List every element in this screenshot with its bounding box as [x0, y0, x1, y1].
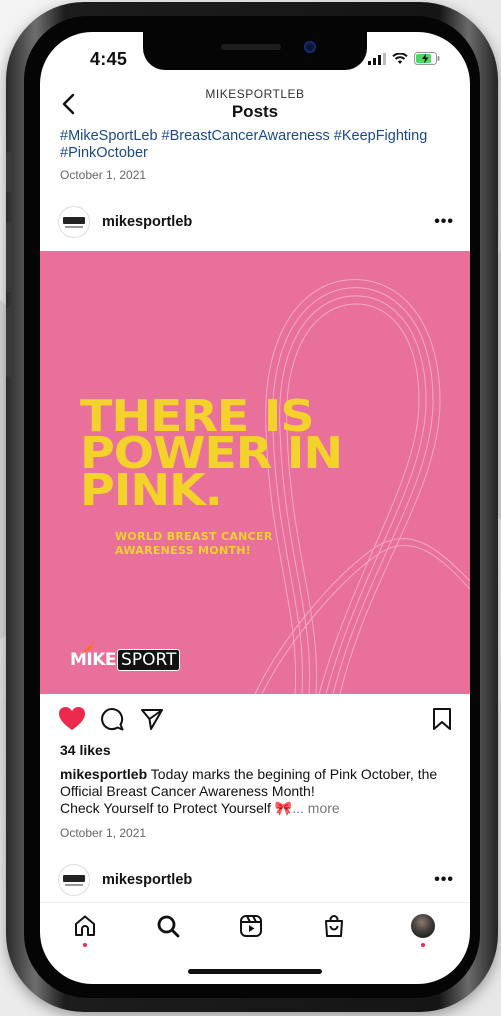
mikesport-logo: MIKE SPORT	[70, 639, 181, 671]
more-options-icon[interactable]: •••	[434, 213, 454, 231]
caption-line-2: Check Yourself to Protect Yourself 🎀	[60, 800, 293, 816]
next-post-header: mikesportleb •••	[40, 860, 470, 900]
status-time: 4:45	[90, 49, 128, 69]
post-header: mikesportleb •••	[40, 202, 470, 242]
volume-down-button	[6, 307, 12, 377]
avatar[interactable]	[58, 206, 90, 238]
wifi-icon	[392, 52, 408, 64]
mute-switch	[6, 152, 12, 192]
post-headline: THERE IS POWER IN PINK.	[80, 395, 343, 513]
shop-icon	[325, 915, 343, 937]
like-heart-icon[interactable]	[58, 706, 86, 732]
post-date: October 1, 2021	[60, 826, 147, 840]
previous-post-hashtags[interactable]: #MikeSportLeb #BreastCancerAwareness #Ke…	[60, 128, 455, 162]
tab-profile[interactable]	[410, 913, 436, 947]
post-actions	[40, 702, 470, 738]
bolt-icon	[80, 639, 96, 655]
phone-bezel: 4:45 MIKESPORTLEB Posts #MikeSportLeb #B…	[24, 16, 480, 998]
subline-line: WORLD BREAST CANCER	[115, 530, 273, 543]
notification-dot	[83, 943, 87, 947]
status-icons	[368, 52, 440, 65]
bottom-tab-bar	[40, 902, 470, 949]
comment-icon[interactable]	[100, 707, 124, 731]
subline-line: AWARENESS MONTH!	[115, 544, 252, 557]
nav-title: Posts	[231, 102, 279, 121]
home-icon	[75, 915, 95, 936]
avatar[interactable]	[58, 864, 90, 896]
phone-frame: 4:45 MIKESPORTLEB Posts #MikeSportLeb #B…	[6, 2, 498, 1012]
tab-search[interactable]	[155, 913, 181, 939]
more-options-icon[interactable]: •••	[434, 871, 454, 889]
post-username[interactable]: mikesportleb	[102, 214, 192, 230]
signal-icon	[368, 52, 386, 65]
brand-light: SPORT	[117, 649, 181, 671]
tab-shop[interactable]	[321, 913, 347, 939]
next-post-username[interactable]: mikesportleb	[102, 872, 192, 888]
volume-up-button	[6, 222, 12, 292]
caption-more-link[interactable]: ... more	[292, 800, 339, 816]
post-subline: WORLD BREAST CANCER AWARENESS MONTH!	[115, 530, 273, 558]
notch	[143, 32, 367, 70]
screen: 4:45 MIKESPORTLEB Posts #MikeSportLeb #B…	[40, 32, 470, 984]
notification-dot	[421, 943, 425, 947]
front-camera	[304, 41, 316, 53]
speaker	[221, 44, 281, 50]
tab-home[interactable]	[72, 913, 98, 947]
reels-icon	[240, 915, 262, 937]
bookmark-icon[interactable]	[432, 707, 452, 731]
post-image[interactable]: THERE IS POWER IN PINK. WORLD BREAST CAN…	[40, 251, 470, 694]
previous-post-date: October 1, 2021	[60, 168, 147, 182]
share-icon[interactable]	[140, 707, 164, 731]
home-indicator	[188, 969, 322, 974]
caption-username[interactable]: mikesportleb	[60, 766, 147, 782]
post-caption: mikesportleb Today marks the begining of…	[60, 766, 460, 817]
profile-avatar	[411, 914, 435, 938]
tab-reels[interactable]	[238, 913, 264, 939]
like-count[interactable]: 34 likes	[60, 742, 111, 758]
nav-account-name: MIKESPORTLEB	[205, 87, 305, 101]
search-icon	[157, 915, 180, 938]
battery-charging-icon	[414, 52, 440, 65]
